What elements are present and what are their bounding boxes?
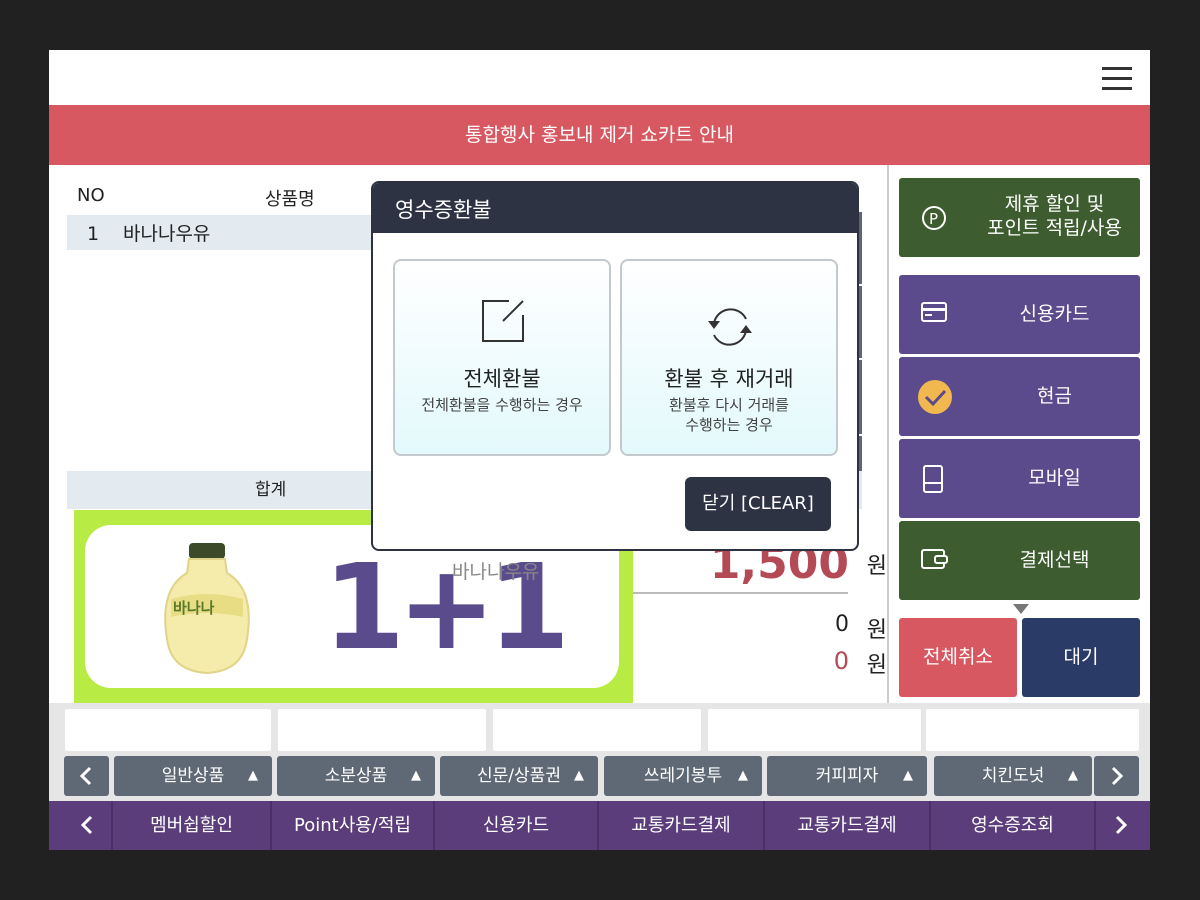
category-prev-button[interactable] bbox=[64, 756, 109, 796]
quick-slot[interactable] bbox=[65, 709, 271, 751]
change-amount: 0 bbox=[833, 647, 849, 675]
chevron-right-icon bbox=[1111, 766, 1124, 786]
promo-product-name: 바나나우유 bbox=[452, 561, 540, 583]
full-refund-desc: 전체환불을 수행하는 경우 bbox=[421, 396, 583, 414]
menu-icon[interactable] bbox=[1102, 67, 1132, 91]
retrade-desc-line1: 환불후 다시 거래를 bbox=[669, 396, 789, 414]
mobile-button[interactable]: 모바일 bbox=[899, 439, 1140, 518]
chevron-left-icon bbox=[79, 766, 92, 786]
divider bbox=[633, 592, 848, 594]
edit-box-icon bbox=[482, 300, 524, 342]
check-icon bbox=[918, 380, 952, 414]
mobile-label: 모바일 bbox=[1028, 467, 1081, 489]
triangle-up-icon: ▲ bbox=[738, 768, 748, 783]
category-label: 일반상품 bbox=[161, 766, 225, 786]
quick-slot[interactable] bbox=[926, 709, 1139, 751]
point-use-button[interactable]: Point사용/적립 bbox=[272, 801, 435, 850]
point-icon: P bbox=[922, 206, 946, 230]
category-trash-bag[interactable]: 쓰레기봉투 ▲ bbox=[604, 756, 762, 796]
close-clear-button[interactable]: 닫기 [CLEAR] bbox=[685, 477, 831, 531]
category-next-button[interactable] bbox=[1094, 756, 1139, 796]
cancel-all-button[interactable]: 전체취소 bbox=[899, 618, 1017, 697]
credit-card-menu-button[interactable]: 신용카드 bbox=[435, 801, 599, 850]
transit-card-button-2[interactable]: 교통카드결제 bbox=[765, 801, 931, 850]
divider bbox=[887, 165, 889, 703]
full-refund-option[interactable]: 전체환불 전체환불을 수행하는 경우 bbox=[393, 259, 611, 456]
function-next-button[interactable] bbox=[1096, 801, 1150, 850]
triangle-up-icon: ▲ bbox=[574, 768, 584, 783]
wallet-icon bbox=[921, 549, 948, 569]
received-unit: 원 bbox=[866, 618, 887, 643]
receipt-refund-dialog: 영수증환불 전체환불 전체환불을 수행하는 경우 환불 후 재거래 환불후 다시… bbox=[371, 181, 859, 551]
category-label: 소분상품 bbox=[324, 766, 388, 786]
category-bulk[interactable]: 소분상품 ▲ bbox=[277, 756, 435, 796]
cash-label: 현금 bbox=[1037, 385, 1072, 407]
credit-card-label: 신용카드 bbox=[1019, 303, 1090, 325]
category-label: 치킨도넛 bbox=[981, 766, 1045, 786]
category-label: 신문/상품권 bbox=[477, 766, 561, 786]
category-label: 쓰레기봉투 bbox=[643, 766, 723, 786]
retrade-desc: 환불후 다시 거래를 수행하는 경우 bbox=[622, 395, 836, 435]
change-unit: 원 bbox=[866, 653, 887, 678]
function-bar: 멤버쉽할인 Point사용/적립 신용카드 교통카드결제 교통카드결제 영수증조… bbox=[49, 801, 1150, 850]
credit-card-icon bbox=[921, 302, 947, 322]
quick-slot[interactable] bbox=[278, 709, 486, 751]
membership-discount-button[interactable]: 멤버쉽할인 bbox=[113, 801, 272, 850]
bottle-label: 바나나 bbox=[173, 599, 215, 617]
refresh-icon bbox=[708, 308, 752, 346]
category-label: 커피피자 bbox=[815, 766, 879, 786]
receipt-lookup-button[interactable]: 영수증조회 bbox=[931, 801, 1096, 850]
total-unit: 원 bbox=[866, 554, 887, 579]
payment-select-label: 결제선택 bbox=[1019, 549, 1090, 571]
triangle-up-icon: ▲ bbox=[903, 768, 913, 783]
one-plus-one-badge: 1+1 bbox=[323, 538, 570, 676]
category-row: 일반상품 ▲ 소분상품 ▲ 신문/상품권 ▲ 쓰레기봉투 ▲ 커피피자 ▲ 치킨도넛 ▲ bbox=[64, 756, 1144, 796]
quick-area: 일반상품 ▲ 소분상품 ▲ 신문/상품권 ▲ 쓰레기봉투 ▲ 커피피자 ▲ 치킨도넛 ▲ bbox=[49, 703, 1150, 801]
affiliate-point-button[interactable]: P 제휴 할인 및 포인트 적립/사용 bbox=[899, 178, 1140, 257]
function-prev-button[interactable] bbox=[49, 801, 113, 850]
notice-banner[interactable]: 통합행사 홍보내 제거 쇼카트 안내 bbox=[49, 105, 1150, 165]
quick-slot[interactable] bbox=[708, 709, 921, 751]
col-name: 상품명 bbox=[265, 189, 315, 210]
retrade-desc-line2: 수행하는 경우 bbox=[685, 416, 773, 434]
category-chicken-donut[interactable]: 치킨도넛 ▲ bbox=[934, 756, 1092, 796]
svg-text:P: P bbox=[929, 210, 938, 228]
dialog-title: 영수증환불 bbox=[373, 183, 857, 233]
top-bar bbox=[49, 50, 1150, 105]
mobile-icon bbox=[923, 465, 943, 493]
cash-button[interactable]: 현금 bbox=[899, 357, 1140, 436]
full-refund-title: 전체환불 bbox=[463, 367, 541, 391]
credit-card-button[interactable]: 신용카드 bbox=[899, 275, 1140, 354]
row-name: 바나나우유 bbox=[123, 223, 211, 245]
sum-label: 합계 bbox=[255, 480, 287, 500]
received-amount: 0 bbox=[835, 612, 849, 637]
affiliate-line2: 포인트 적립/사용 bbox=[987, 217, 1122, 239]
retrade-title: 환불 후 재거래 bbox=[664, 367, 794, 391]
row-no: 1 bbox=[87, 223, 100, 245]
affiliate-line1: 제휴 할인 및 bbox=[1004, 193, 1105, 215]
transit-card-button[interactable]: 교통카드결제 bbox=[599, 801, 765, 850]
payment-select-button[interactable]: 결제선택 bbox=[899, 521, 1140, 600]
category-newspaper[interactable]: 신문/상품권 ▲ bbox=[440, 756, 598, 796]
banana-milk-bottle-image: 바나나 bbox=[164, 543, 250, 675]
wait-button[interactable]: 대기 bbox=[1022, 618, 1140, 697]
triangle-up-icon: ▲ bbox=[248, 768, 258, 783]
col-no: NO bbox=[77, 185, 105, 206]
chevron-left-icon bbox=[80, 815, 93, 835]
chevron-right-icon bbox=[1115, 815, 1128, 835]
triangle-up-icon: ▲ bbox=[1068, 768, 1078, 783]
quick-slot[interactable] bbox=[493, 709, 701, 751]
triangle-up-icon: ▲ bbox=[411, 768, 421, 783]
refund-retrade-option[interactable]: 환불 후 재거래 환불후 다시 거래를 수행하는 경우 bbox=[620, 259, 838, 456]
category-coffee-pizza[interactable]: 커피피자 ▲ bbox=[767, 756, 927, 796]
select-pointer-icon bbox=[1013, 604, 1029, 614]
category-general[interactable]: 일반상품 ▲ bbox=[114, 756, 272, 796]
